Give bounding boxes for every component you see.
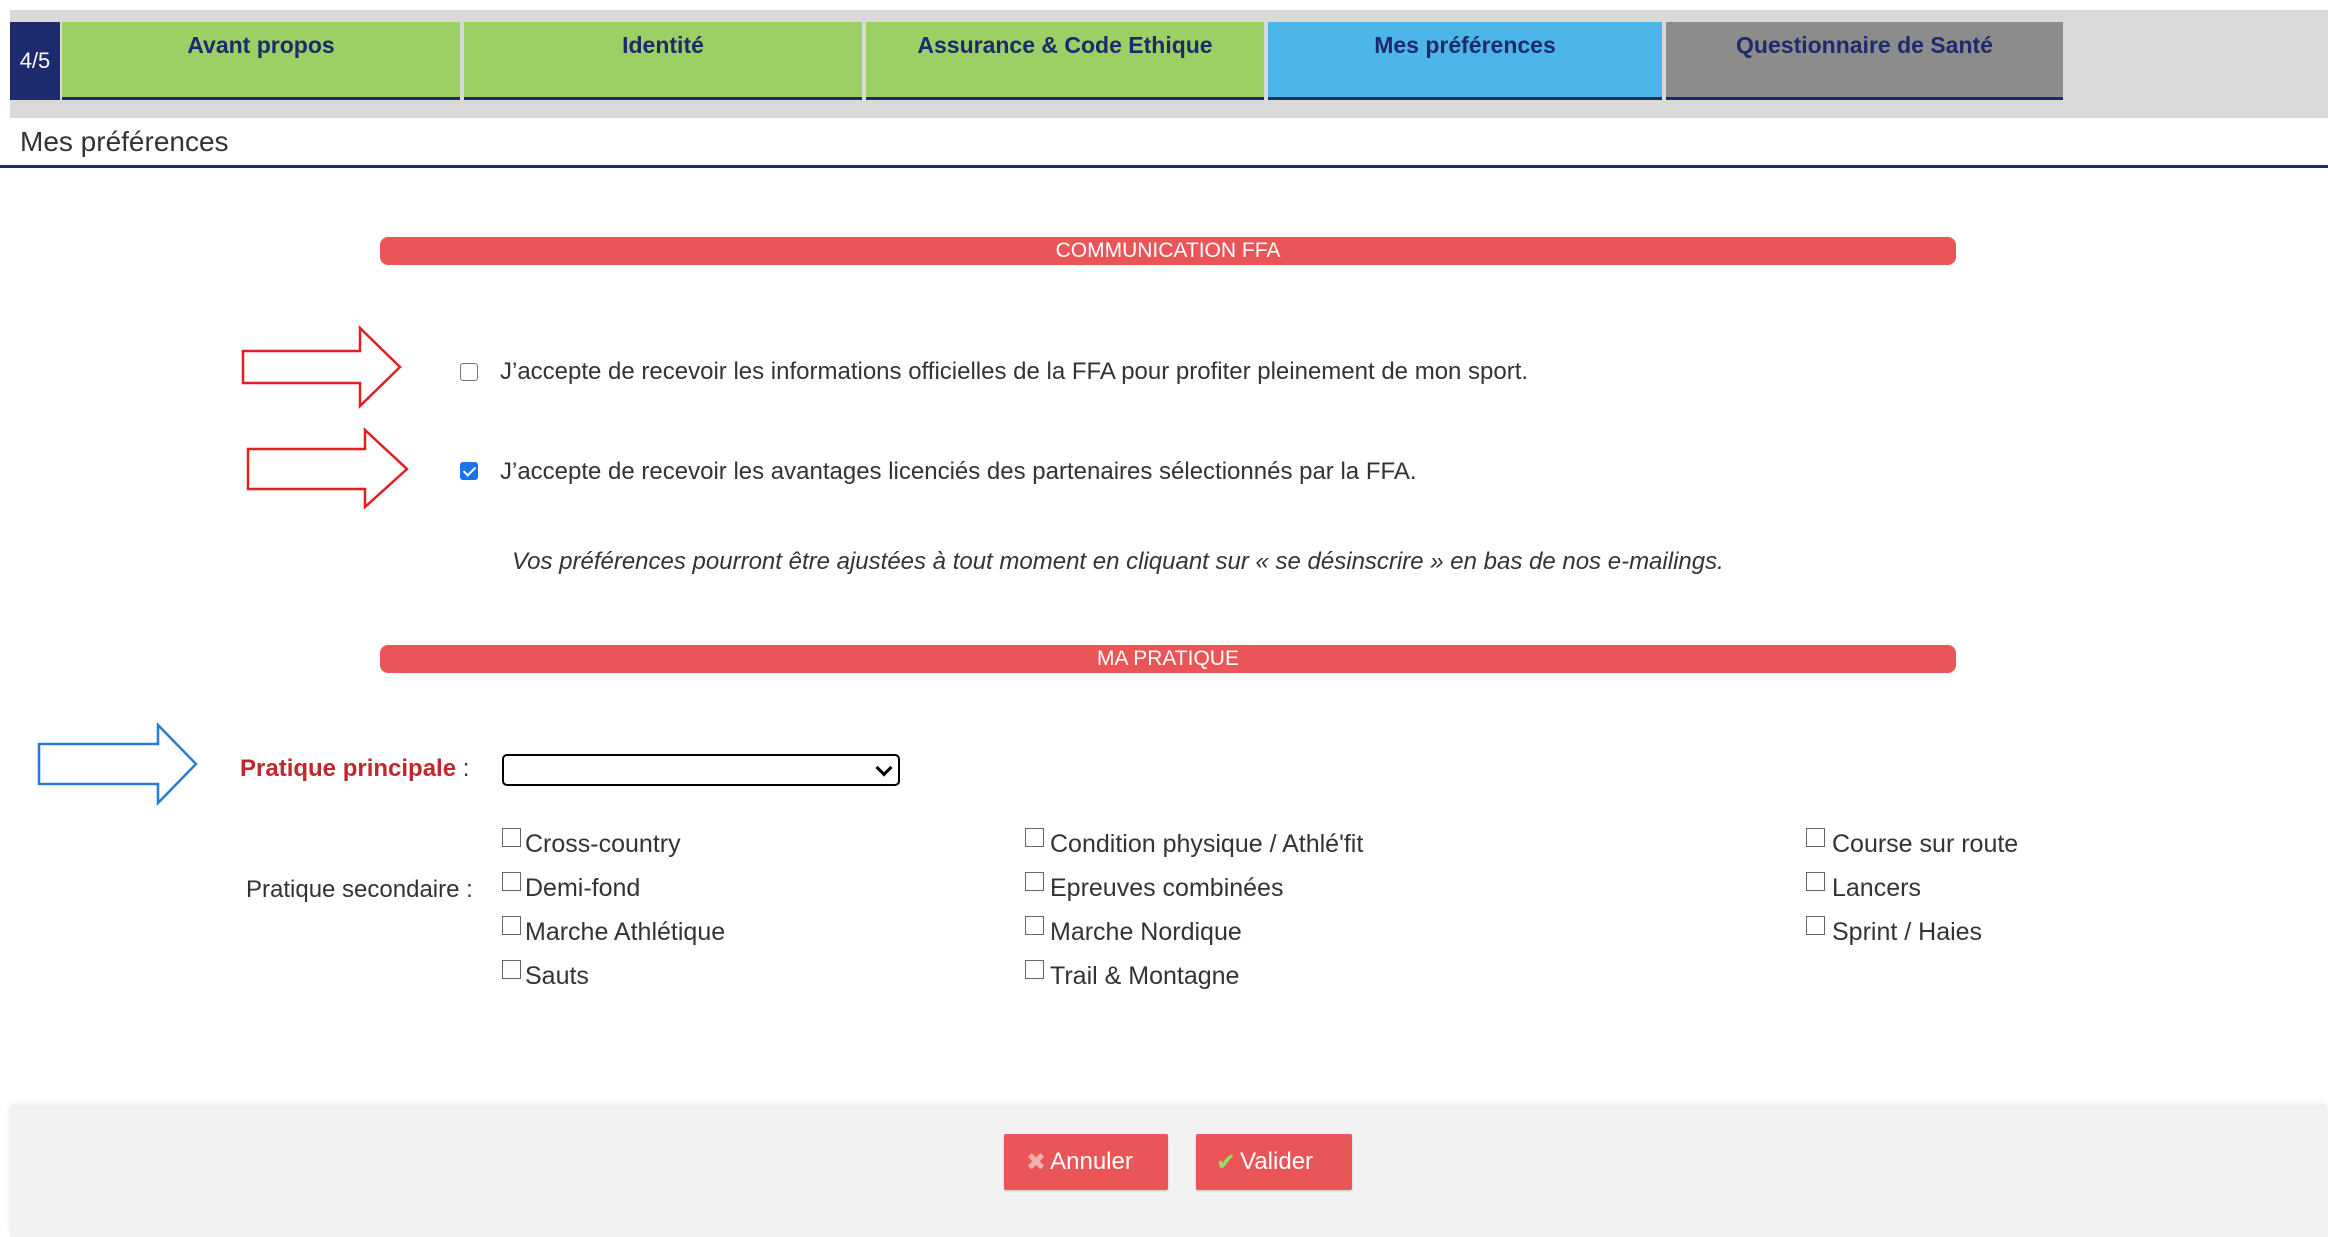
- tab-assurance-code-ethique[interactable]: Assurance & Code Ethique: [866, 22, 1264, 100]
- confirm-button[interactable]: ✔ Valider: [1196, 1134, 1352, 1190]
- section-header-communication: COMMUNICATION FFA: [380, 237, 1956, 265]
- page-title: Mes préférences: [20, 126, 229, 157]
- tab-questionnaire-sante[interactable]: Questionnaire de Santé: [1666, 22, 2063, 100]
- option-demi-fond-checkbox[interactable]: [502, 872, 521, 891]
- option-label: Course sur route: [1832, 830, 2019, 858]
- check-icon: ✔: [1216, 1148, 1237, 1176]
- option-label: Epreuves combinées: [1050, 874, 1284, 902]
- option-label: Sprint / Haies: [1832, 918, 1983, 946]
- option-label: Demi-fond: [525, 874, 641, 902]
- option-sauts-checkbox[interactable]: [502, 960, 521, 979]
- option-trail-montagne-checkbox[interactable]: [1025, 960, 1044, 979]
- blue-arrow-annotation: [37, 722, 198, 806]
- option-label: Cross-country: [525, 830, 681, 858]
- option-sprint-haies-checkbox[interactable]: [1806, 916, 1825, 935]
- cancel-button[interactable]: ✖ Annuler: [1004, 1134, 1168, 1190]
- tab-avant-propos[interactable]: Avant propos: [62, 22, 460, 100]
- option-marche-athletique-checkbox[interactable]: [502, 916, 521, 935]
- cross-icon: ✖: [1026, 1148, 1047, 1176]
- option-label: Trail & Montagne: [1050, 962, 1240, 990]
- option-label: Condition physique / Athlé'fit: [1050, 830, 1364, 858]
- option-condition-physique-checkbox[interactable]: [1025, 828, 1044, 847]
- secondary-practice-label: Pratique secondaire :: [246, 876, 473, 903]
- option-label: Marche Athlétique: [525, 918, 726, 946]
- main-practice-select[interactable]: [502, 754, 900, 786]
- option-cross-country-checkbox[interactable]: [502, 828, 521, 847]
- consent-partners-checkbox[interactable]: [460, 462, 478, 480]
- option-label: Marche Nordique: [1050, 918, 1242, 946]
- confirm-button-label: Valider: [1240, 1148, 1314, 1175]
- option-lancers-checkbox[interactable]: [1806, 872, 1825, 891]
- step-counter: 4/5: [10, 22, 60, 100]
- footer-bar: [10, 1108, 2328, 1237]
- tab-mes-preferences[interactable]: Mes préférences: [1268, 22, 1662, 100]
- option-label: Lancers: [1832, 874, 1921, 902]
- cancel-button-label: Annuler: [1050, 1148, 1133, 1175]
- chevron-down-icon: [875, 759, 893, 777]
- option-epreuves-combinees-checkbox[interactable]: [1025, 872, 1044, 891]
- red-arrow-annotation: [246, 427, 409, 509]
- consent-partners-label: J’accepte de recevoir les avantages lice…: [500, 458, 1417, 485]
- tab-identite[interactable]: Identité: [464, 22, 862, 100]
- page-title-bar: Mes préférences: [0, 118, 2328, 168]
- option-marche-nordique-checkbox[interactable]: [1025, 916, 1044, 935]
- option-label: Sauts: [525, 962, 589, 990]
- section-header-pratique: MA PRATIQUE: [380, 645, 1956, 673]
- main-practice-label: Pratique principale :: [240, 755, 470, 782]
- option-course-sur-route-checkbox[interactable]: [1806, 828, 1825, 847]
- consent-official-checkbox[interactable]: [460, 363, 478, 381]
- unsubscribe-note: Vos préférences pourront être ajustées à…: [512, 548, 1724, 575]
- consent-official-label: J’accepte de recevoir les informations o…: [500, 358, 1529, 385]
- red-arrow-annotation: [241, 325, 402, 409]
